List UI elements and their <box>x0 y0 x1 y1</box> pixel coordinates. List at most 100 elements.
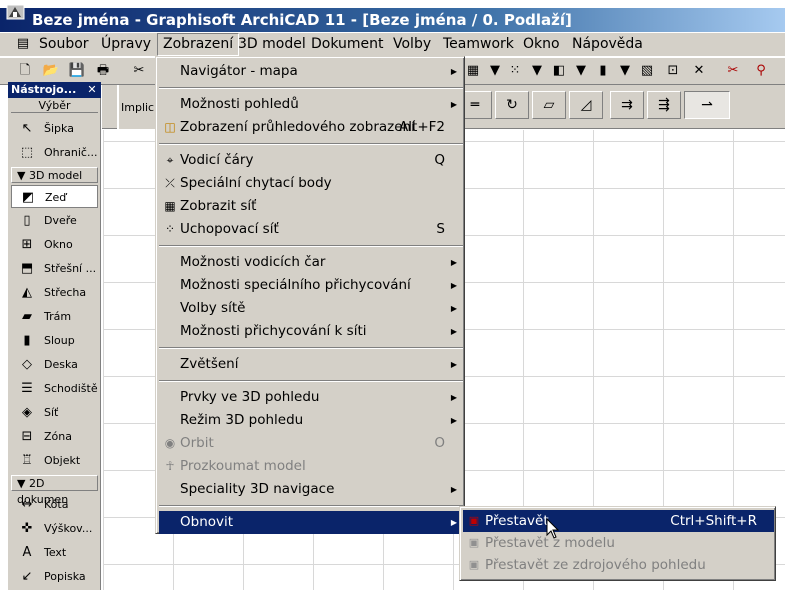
menu-upravy[interactable]: Úpravy <box>96 33 156 56</box>
new-file-icon[interactable]: 🗋 <box>14 61 36 81</box>
menu-item-label: Prozkoumat model <box>180 458 306 474</box>
close-x-icon[interactable]: ✕ <box>688 61 710 81</box>
menu-item-label: Vodicí čáry <box>180 152 254 168</box>
submenu-arrow-icon: ▶ <box>450 258 457 267</box>
menu-item-label: Speciality 3D navigace <box>180 481 335 497</box>
polygon-wall-icon[interactable]: ◿ <box>569 91 603 119</box>
tool-sit[interactable]: ◈ Síť <box>11 401 98 424</box>
skylight-icon: ⬒ <box>20 261 34 276</box>
trapezoid-wall-icon[interactable]: ▱ <box>532 91 566 119</box>
tool-label: Zeď <box>45 191 67 204</box>
menu-item-zobrazeni-pruhledoveho-zobrazeni[interactable]: ◫ Zobrazení průhledového zobrazení Alt+F2 <box>159 116 463 139</box>
scale-icon[interactable]: ⊡ <box>662 61 684 81</box>
close-icon[interactable]: ✕ <box>86 82 98 98</box>
explore-icon: ☥ <box>165 459 175 473</box>
menu-item-prvky-ve-3d-pohledu[interactable]: Prvky ve 3D pohledu ▶ <box>159 386 463 409</box>
menu-item-uchopovaci-sit[interactable]: ⁘ Uchopovací síť S <box>159 218 463 241</box>
menu-item-specialni-chytaci-body[interactable]: ⤫ Speciální chytací body <box>159 172 463 195</box>
submenu-item-prestavet-z-modelu: ▣ Přestavět z modelu <box>463 532 774 554</box>
object-icon: ♖ <box>21 453 33 468</box>
menu-item-label: Obnovit <box>180 514 234 530</box>
menu-item-shortcut: O <box>434 435 445 451</box>
menu-item-rezim-3d-pohledu[interactable]: Režim 3D pohledu ▶ <box>159 409 463 432</box>
tool-deska[interactable]: ◇ Deska <box>11 353 98 376</box>
tool-schodiste[interactable]: ☰ Schodiště <box>11 377 98 400</box>
menu-item-label: Možnosti speciálního přichycování <box>180 277 411 293</box>
menu-item-speciality-3d-navigace[interactable]: Speciality 3D navigace ▶ <box>159 478 463 501</box>
tool-objekt[interactable]: ♖ Objekt <box>11 449 98 472</box>
tool-okno[interactable]: ⊞ Okno <box>11 233 98 256</box>
tool-zed[interactable]: ◩ Zeď <box>11 185 98 208</box>
menu-soubor[interactable]: Soubor <box>34 33 94 56</box>
menu-dokument[interactable]: Dokument <box>306 33 389 56</box>
submenu-item-prestavet[interactable]: ▣ Přestavět Ctrl+Shift+R <box>463 510 774 532</box>
reference-line-right-icon[interactable]: ⇀ <box>684 91 730 119</box>
toolbox-select-label[interactable]: Výběr <box>11 99 98 113</box>
tool-strecha[interactable]: ◭ Střecha <box>11 281 98 304</box>
menu-separator <box>159 87 463 89</box>
menu-item-moznosti-prichycovani-k-siti[interactable]: Možnosti přichycování k síti ▶ <box>159 320 463 343</box>
archicad-app-icon[interactable] <box>6 3 26 21</box>
dropdown-arrow-icon[interactable]: ▼ <box>484 61 506 81</box>
tool-label: Okno <box>44 238 73 251</box>
menu-zobrazeni[interactable]: Zobrazení <box>157 33 240 56</box>
menu-item-volby-site[interactable]: Volby sítě ▶ <box>159 297 463 320</box>
menu-item-label: Speciální chytací body <box>180 175 332 191</box>
menu-item-moznosti-specialniho-prichycovani[interactable]: Možnosti speciálního přichycování ▶ <box>159 274 463 297</box>
stair-icon: ☰ <box>21 381 33 396</box>
hatch-icon[interactable]: ▧ <box>636 61 658 81</box>
curved-wall-icon[interactable]: ↻ <box>495 91 529 119</box>
menu-item-label: Možnosti pohledů <box>180 96 299 112</box>
dropdown-arrow-icon[interactable]: ▼ <box>614 61 636 81</box>
tool-stresni[interactable]: ⬒ Střešní ... <box>11 257 98 280</box>
pen-icon[interactable]: ▮ <box>592 61 614 81</box>
column-icon: ▮ <box>23 333 31 348</box>
zone-icon: ⊟ <box>21 429 33 444</box>
menu-item-obnovit[interactable]: Obnovit ▶ <box>159 511 463 534</box>
print-icon[interactable]: 🖶 <box>92 61 114 81</box>
menu-item-moznosti-vodicich-car[interactable]: Možnosti vodicích čar ▶ <box>159 251 463 274</box>
menu-item-zobrazit-sit[interactable]: ▦ Zobrazit síť <box>159 195 463 218</box>
dropdown-arrow-icon[interactable]: ▼ <box>526 61 548 81</box>
fill-icon[interactable]: ◧ <box>548 61 570 81</box>
menu-3d-model[interactable]: 3D model <box>233 33 311 56</box>
menu-separator <box>159 143 463 145</box>
reference-line-center-icon[interactable]: ⇶ <box>647 91 681 119</box>
dropdown-arrow-icon[interactable]: ▼ <box>570 61 592 81</box>
tool-dvere[interactable]: ▯ Dveře <box>11 209 98 232</box>
cut-icon[interactable]: ✂ <box>128 61 150 81</box>
open-folder-icon[interactable]: 📂 <box>40 61 62 81</box>
tool-tram[interactable]: ▰ Trám <box>11 305 98 328</box>
tool-label: Zóna <box>44 430 72 443</box>
menu-item-vodici-cary[interactable]: ⌖ Vodicí čáry Q <box>159 149 463 172</box>
menu-okno[interactable]: Okno <box>518 33 565 56</box>
tool-ohranic[interactable]: ⬚ Ohranič... <box>11 141 98 164</box>
rebuild-model-icon: ▣ <box>468 536 480 549</box>
tool-kota[interactable]: ↔ Kóta <box>11 493 98 516</box>
toolbox-group-header[interactable]: ▼ 3D model <box>11 167 98 183</box>
app-menu-icon[interactable]: ▤ <box>12 34 34 54</box>
menu-item-navigator-mapa[interactable]: Navigátor - mapa ▶ <box>159 60 463 83</box>
submenu-arrow-icon: ▶ <box>450 327 457 336</box>
tool-vyskov[interactable]: ✜ Výškov... <box>11 517 98 540</box>
menu-volby[interactable]: Volby <box>388 33 436 56</box>
tool-text[interactable]: A Text <box>11 541 98 564</box>
menu-item-zvetseni[interactable]: Zvětšení ▶ <box>159 353 463 376</box>
save-icon[interactable]: 💾 <box>66 61 88 81</box>
snap-grid-icon: ⁘ <box>164 222 176 236</box>
scissors-icon[interactable]: ✂ <box>722 61 744 81</box>
toolbox-group-header[interactable]: ▼ 2D dokumen <box>11 475 98 506</box>
tool-sipka[interactable]: ↖ Šipka <box>11 117 98 140</box>
tool-sloup[interactable]: ▮ Sloup <box>11 329 98 352</box>
menu-napoveda[interactable]: Nápověda <box>567 33 648 56</box>
tool-zona[interactable]: ⊟ Zóna <box>11 425 98 448</box>
submenu-arrow-icon: ▶ <box>450 360 457 369</box>
menu-item-moznosti-pohledu[interactable]: Možnosti pohledů ▶ <box>159 93 463 116</box>
grid-snap-icon[interactable]: ⁙ <box>504 61 526 81</box>
layer-icon[interactable]: ▦ <box>462 61 484 81</box>
window-title-bar[interactable]: Beze jména - Graphisoft ArchiCAD 11 - [B… <box>0 8 785 32</box>
menu-teamwork[interactable]: Teamwork <box>438 33 519 56</box>
pick-icon[interactable]: ⚲ <box>750 61 772 81</box>
reference-line-left-icon[interactable]: ⇉ <box>610 91 644 119</box>
tool-popiska[interactable]: ↙ Popiska <box>11 565 98 588</box>
